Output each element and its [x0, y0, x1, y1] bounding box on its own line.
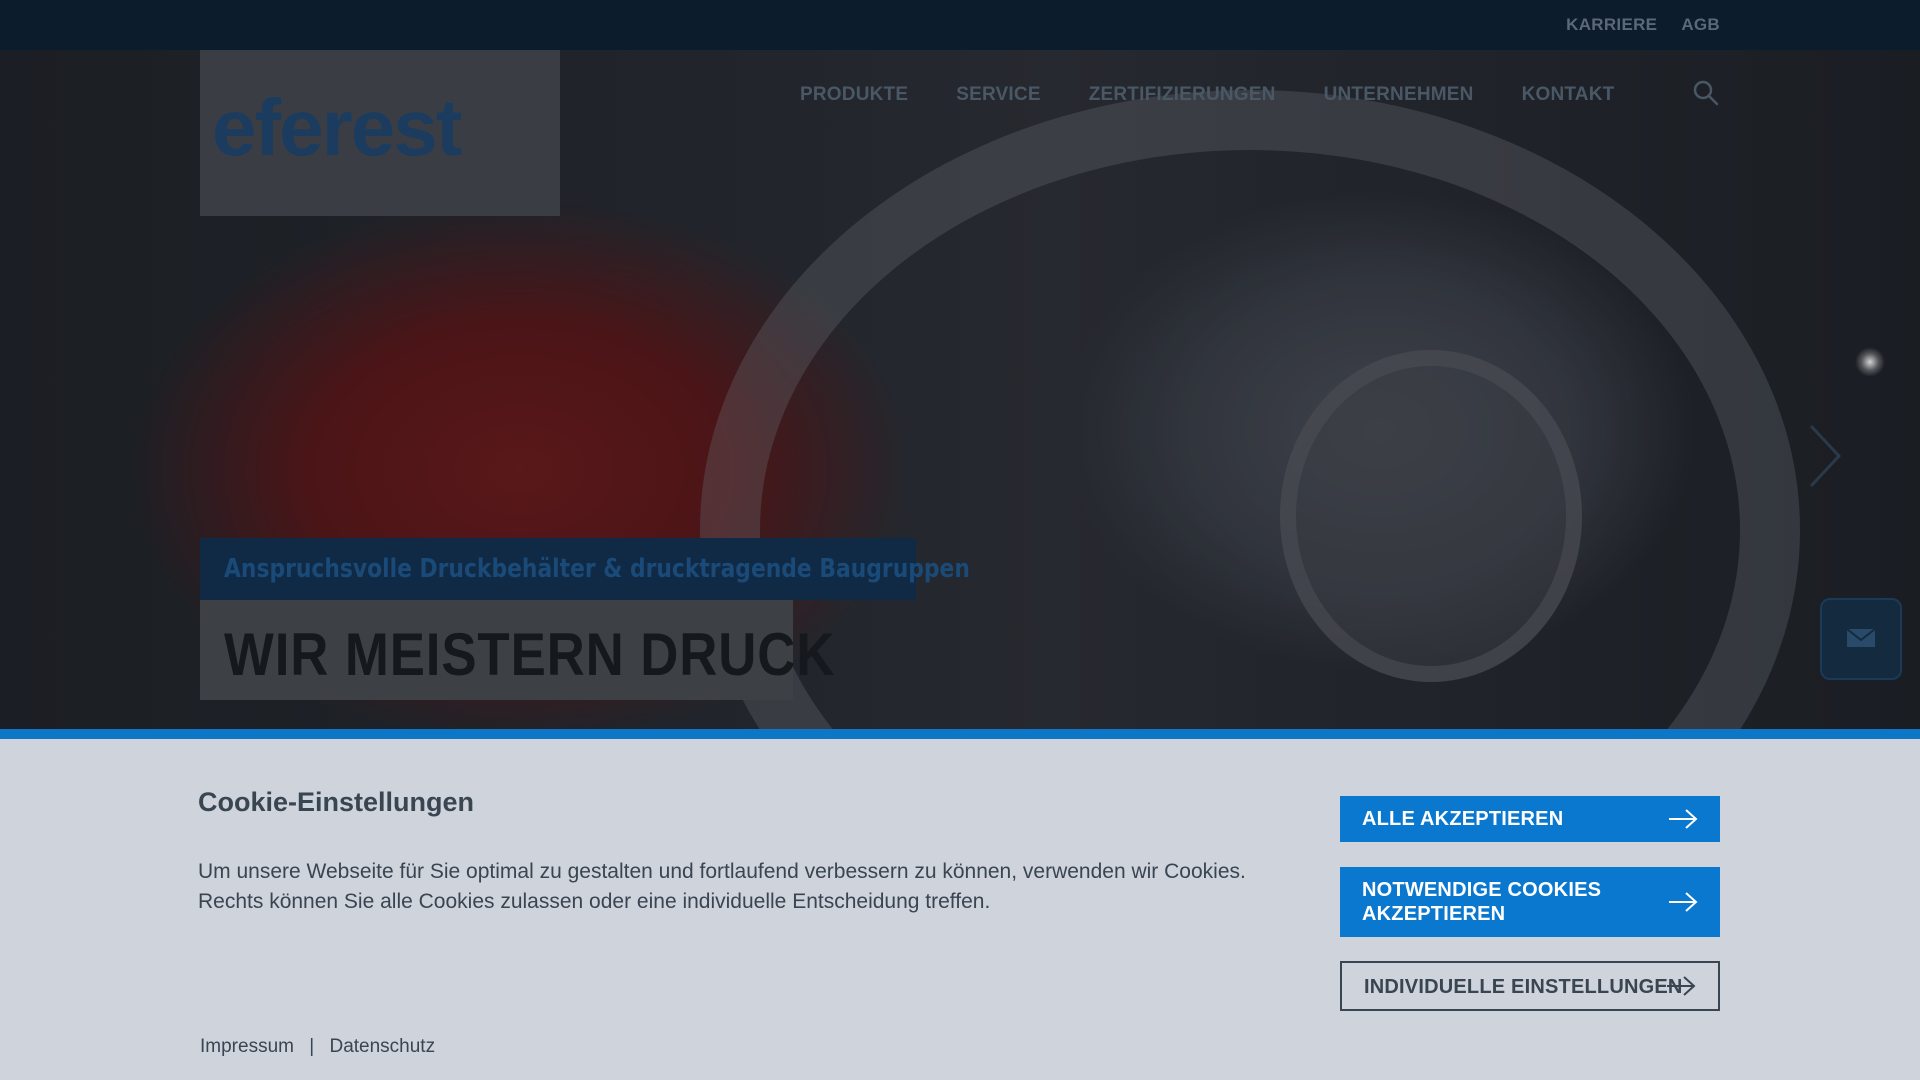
nav-item-zertifizierungen[interactable]: ZERTIFIZIERUNGEN: [1089, 84, 1276, 106]
accept-necessary-label: NOTWENDIGE COOKIES AKZEPTIEREN: [1362, 879, 1602, 925]
link-separator: |: [309, 1036, 315, 1057]
individual-settings-button[interactable]: INDIVIDUELLE EINSTELLUNGEN: [1340, 961, 1720, 1011]
logo[interactable]: eferest: [200, 48, 560, 216]
cookie-description-line2: Rechts können Sie alle Cookies zulassen …: [198, 890, 991, 913]
top-bar: KARRIERE AGB: [0, 0, 1920, 50]
accept-all-label: ALLE AKZEPTIEREN: [1362, 808, 1564, 830]
karriere-link[interactable]: KARRIERE: [1566, 15, 1657, 35]
cookie-title: Cookie-Einstellungen: [198, 787, 475, 817]
nav-item-produkte[interactable]: PRODUKTE: [800, 84, 908, 106]
envelope-icon: [1846, 628, 1876, 647]
nav-item-kontakt[interactable]: KONTAKT: [1522, 84, 1615, 106]
contact-button[interactable]: [1820, 598, 1902, 680]
individual-settings-label: INDIVIDUELLE EINSTELLUNGEN: [1364, 976, 1683, 998]
cookie-banner: Cookie-Einstellungen Um unsere Webseite …: [0, 729, 1920, 1080]
cookie-description-line1: Um unsere Webseite für Sie optimal zu ge…: [198, 860, 1246, 883]
main-nav: PRODUKTE SERVICE ZERTIFIZIERUNGEN UNTERN…: [800, 84, 1614, 106]
datenschutz-link[interactable]: Datenschutz: [329, 1036, 435, 1057]
hero-title-box: WIR MEISTERN DRUCK: [200, 600, 834, 700]
accept-necessary-button[interactable]: NOTWENDIGE COOKIES AKZEPTIEREN: [1340, 867, 1720, 937]
arrow-right-icon: [1669, 892, 1698, 912]
arrow-right-icon: [1669, 809, 1698, 829]
nav-item-unternehmen[interactable]: UNTERNEHMEN: [1324, 84, 1474, 106]
hero-subtitle-box: Anspruchsvolle Druckbehälter & drucktrag…: [200, 538, 970, 600]
legal-links: Impressum | Datenschutz: [200, 1036, 435, 1058]
nav-item-service[interactable]: SERVICE: [956, 84, 1040, 106]
hero-title: WIR MEISTERN DRUCK: [224, 621, 836, 688]
logo-text: eferest: [212, 83, 462, 172]
chevron-right-icon[interactable]: [1808, 424, 1842, 488]
impressum-link[interactable]: Impressum: [200, 1036, 294, 1057]
arrow-right-icon: [1667, 976, 1696, 996]
agb-link[interactable]: AGB: [1681, 15, 1720, 35]
hero-subtitle: Anspruchsvolle Druckbehälter & drucktrag…: [224, 554, 970, 584]
accept-all-button[interactable]: ALLE AKZEPTIEREN: [1340, 796, 1720, 842]
search-icon[interactable]: [1693, 80, 1719, 106]
utility-links: KARRIERE AGB: [1566, 15, 1720, 35]
